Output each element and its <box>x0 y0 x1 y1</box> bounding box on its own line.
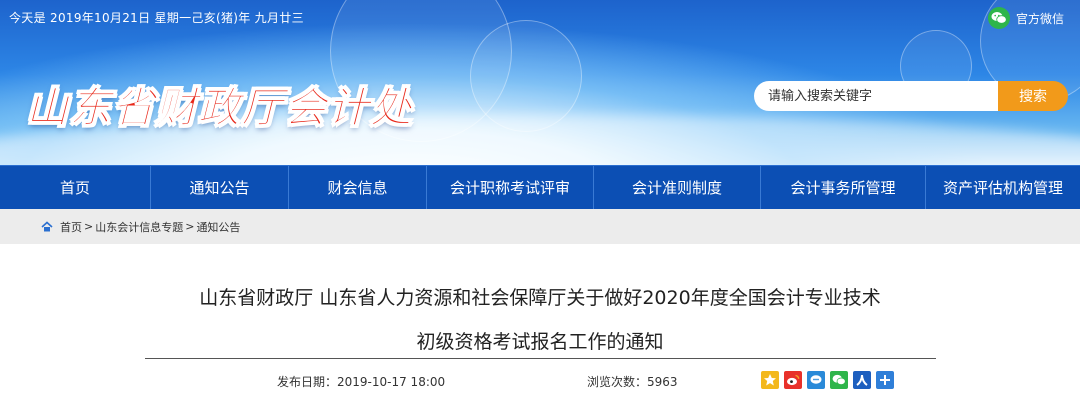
nav-item-accounting-standards[interactable]: 会计准则制度 <box>594 166 761 209</box>
search-button[interactable]: 搜索 <box>998 81 1068 111</box>
home-icon <box>41 220 53 233</box>
share-buttons <box>761 371 894 389</box>
wechat-label: 官方微信 <box>1015 11 1064 26</box>
search-bar: 搜索 <box>754 81 1068 111</box>
tencent-weibo-icon[interactable] <box>807 371 825 389</box>
breadcrumb: 首页 > 山东会计信息专题 > 通知公告 <box>41 219 240 235</box>
weibo-icon[interactable] <box>784 371 802 389</box>
more-share-icon[interactable] <box>876 371 894 389</box>
date-line: 今天是 2019年10月21日 星期一己亥(猪)年 九月廿三 <box>9 11 304 25</box>
article-title-line1: 山东省财政厅 山东省人力资源和社会保障厅关于做好2020年度全国会计专业技术 <box>199 287 881 309</box>
nav-item-notices[interactable]: 通知公告 <box>151 166 289 209</box>
site-title: 山东省财政厅会计处 <box>25 83 414 133</box>
article: 山东省财政厅 山东省人力资源和社会保障厅关于做好2020年度全国会计专业技术 初… <box>0 244 1080 410</box>
header-banner: 今天是 2019年10月21日 星期一己亥(猪)年 九月廿三 官方微信 山东省财… <box>0 0 1080 165</box>
breadcrumb-separator: > <box>84 220 94 233</box>
nav-item-title-exams[interactable]: 会计职称考试评审 <box>427 166 594 209</box>
title-divider <box>145 358 936 359</box>
breadcrumb-topic[interactable]: 山东会计信息专题 <box>95 219 183 235</box>
search-input[interactable] <box>754 81 998 111</box>
renren-icon[interactable] <box>853 371 871 389</box>
view-count: 浏览次数：5963 <box>587 375 678 389</box>
nav-item-home[interactable]: 首页 <box>0 166 151 209</box>
nav-item-firm-management[interactable]: 会计事务所管理 <box>761 166 926 209</box>
nav-item-finance-news[interactable]: 财会信息 <box>289 166 427 209</box>
breadcrumb-home[interactable]: 首页 <box>60 219 82 235</box>
publish-date: 发布日期：2019-10-17 18:00 <box>277 375 446 389</box>
breadcrumb-current[interactable]: 通知公告 <box>196 219 240 235</box>
main-nav: 首页 通知公告 财会信息 会计职称考试评审 会计准则制度 会计事务所管理 资产评… <box>0 165 1080 209</box>
nav-item-asset-appraisal[interactable]: 资产评估机构管理 <box>926 166 1080 209</box>
qzone-icon[interactable] <box>761 371 779 389</box>
official-wechat-link[interactable]: 官方微信 <box>987 7 1064 29</box>
breadcrumb-bar: 首页 > 山东会计信息专题 > 通知公告 <box>0 209 1080 244</box>
wechat-icon <box>987 7 1010 29</box>
breadcrumb-separator: > <box>185 220 195 233</box>
article-title-line2: 初级资格考试报名工作的通知 <box>416 331 664 353</box>
wechat-share-icon[interactable] <box>830 371 848 389</box>
